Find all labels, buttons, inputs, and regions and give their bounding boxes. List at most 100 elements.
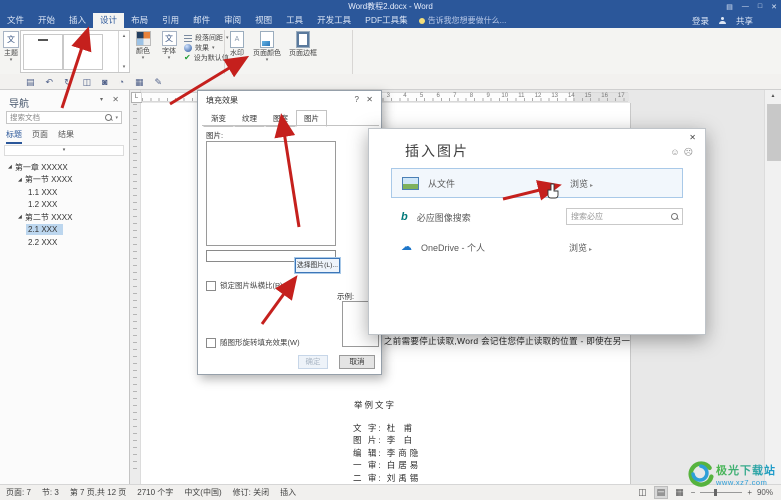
share-button[interactable]: 共享	[736, 15, 753, 27]
close-icon[interactable]: ✕	[689, 133, 696, 142]
nav-close-icon[interactable]: ✕	[112, 95, 119, 104]
tell-me-box[interactable]: 告诉我您想要做什么...	[419, 13, 507, 28]
effects-button[interactable]: 效果▾	[184, 43, 229, 53]
search-dropdown-icon[interactable]: ▾	[115, 115, 118, 121]
ribbon-tab-1[interactable]: 文件	[0, 13, 31, 28]
nav-options-chevron-icon[interactable]: ▾	[100, 96, 103, 103]
save-icon[interactable]: ▤	[26, 77, 35, 87]
nav-tab[interactable]: 结果	[58, 129, 74, 144]
chevron-down-icon: ▾	[250, 58, 284, 62]
style-set-thumbnail[interactable]	[63, 34, 103, 70]
gallery-more-button[interactable]: ▴▾	[118, 31, 129, 72]
cancel-button[interactable]: 取消	[339, 355, 375, 369]
status-item[interactable]: 修订: 关闭	[233, 487, 269, 498]
page-color-button[interactable]: 页面颜色 ▾	[250, 31, 284, 62]
onedrive-row[interactable]: ☁ OneDrive - 个人 浏览▸	[391, 237, 703, 257]
close-icon[interactable]: ✕	[771, 3, 777, 11]
ribbon-display-options-icon[interactable]: ▤	[726, 3, 733, 11]
style-set-gallery[interactable]: ▴▾	[20, 30, 130, 73]
two-pages-icon[interactable]: ◫	[83, 77, 92, 87]
zoom-level[interactable]: 90%	[757, 488, 773, 497]
set-default-button[interactable]: ✔ 设为默认值	[184, 53, 229, 63]
ribbon-tab-2[interactable]: 开始	[31, 13, 62, 28]
web-layout-icon[interactable]: ▦	[673, 487, 686, 498]
ribbon-tab-4[interactable]: 设计	[93, 13, 124, 28]
nav-tree-item[interactable]: 1.1 XXX	[0, 186, 129, 199]
themes-button[interactable]: 文 主题 ▾	[3, 31, 19, 62]
ribbon-tab-11[interactable]: 开发工具	[310, 13, 358, 28]
rotate-fill-checkbox[interactable]: 随图形旋转填充效果(W)	[206, 337, 300, 348]
nav-tab[interactable]: 页面	[32, 129, 48, 144]
lock-icon[interactable]: ◙	[102, 77, 107, 87]
browse-link[interactable]: 浏览▸	[569, 241, 592, 254]
expand-icon[interactable]: ◢	[18, 214, 22, 220]
nav-tree-item[interactable]: 2.2 XXX	[0, 236, 129, 249]
print-layout-icon[interactable]: ▤	[654, 486, 669, 499]
smile-icon[interactable]: ☺	[670, 147, 679, 158]
themes-icon: 文	[3, 31, 19, 48]
expand-icon[interactable]: ◢	[18, 177, 22, 183]
ribbon-tab-9[interactable]: 视图	[248, 13, 279, 28]
checkbox-icon[interactable]	[206, 338, 216, 348]
vertical-scrollbar[interactable]: ▲	[764, 90, 781, 484]
status-item[interactable]: 插入	[280, 487, 296, 498]
scroll-up-icon[interactable]: ▲	[765, 90, 781, 102]
nav-tree-item[interactable]: ◢第一节 XXXX	[0, 174, 129, 187]
ribbon-tab-3[interactable]: 插入	[62, 13, 93, 28]
select-picture-button[interactable]: 选择图片(L)...	[295, 258, 340, 273]
ruler-number: 16	[601, 93, 608, 99]
bing-search-input[interactable]: 搜索必应	[566, 208, 683, 225]
ribbon-tab-6[interactable]: 引用	[155, 13, 186, 28]
close-icon[interactable]: ✕	[366, 95, 373, 104]
status-item[interactable]: 页面: 7	[6, 487, 31, 498]
zoom-in-icon[interactable]: +	[747, 488, 752, 497]
page-borders-button[interactable]: 页面边框	[286, 31, 320, 58]
status-item[interactable]: 中文(中国)	[184, 487, 221, 498]
nav-tree-item[interactable]: 2.1 XXX	[0, 224, 129, 237]
zoom-out-icon[interactable]: −	[691, 488, 696, 497]
zoom-slider[interactable]	[700, 492, 742, 493]
scrollbar-thumb[interactable]	[767, 104, 781, 161]
tab-divider	[202, 125, 379, 126]
minimize-icon[interactable]: —	[742, 3, 749, 10]
print-icon[interactable]: ▦	[135, 77, 144, 87]
print-preview-icon[interactable]: ◔	[119, 77, 124, 87]
ribbon-tab-10[interactable]: 工具	[279, 13, 310, 28]
help-icon[interactable]: ?	[355, 95, 359, 104]
spelling-icon[interactable]: ✎	[155, 77, 163, 87]
bing-search-row[interactable]: b 必应图像搜索 搜索必应	[391, 207, 703, 227]
read-mode-icon[interactable]: ◫	[636, 487, 649, 498]
ribbon-tab-5[interactable]: 布局	[124, 13, 155, 28]
effects-icon	[184, 44, 192, 52]
lock-aspect-checkbox[interactable]: 锁定图片纵横比(P)	[206, 280, 283, 291]
nav-tree-item[interactable]: ◢第二节 XXXX	[0, 211, 129, 224]
nav-heading-bar[interactable]: ▾	[4, 145, 124, 156]
browse-link[interactable]: 浏览▸	[570, 177, 593, 190]
nav-tree-item[interactable]: 1.2 XXX	[0, 199, 129, 212]
from-file-row[interactable]: 从文件 浏览▸	[391, 168, 683, 198]
nav-search-input[interactable]: 搜索文档 ▾	[6, 111, 122, 124]
ruler-number: 14	[568, 93, 575, 99]
colors-button[interactable]: 颜色 ▾	[133, 31, 153, 60]
status-item[interactable]: 第 7 页,共 12 页	[70, 487, 126, 498]
feedback-icons: ☺ ☹	[670, 147, 693, 158]
zoom-slider-thumb[interactable]	[714, 489, 717, 496]
ribbon-tab-12[interactable]: PDF工具集	[358, 13, 415, 28]
nav-tree-item[interactable]: ◢第一章 XXXXX	[0, 161, 129, 174]
expand-icon[interactable]: ◢	[8, 164, 12, 170]
undo-icon[interactable]: ↶	[46, 77, 54, 87]
sign-in-button[interactable]: 登录	[692, 15, 709, 27]
paragraph-spacing-button[interactable]: 段落间距▾	[184, 33, 229, 43]
fonts-button[interactable]: 文 字体 ▾	[159, 31, 179, 60]
checkbox-icon[interactable]	[206, 281, 216, 291]
watermark-button[interactable]: A 水印 ▾	[226, 31, 248, 62]
maximize-icon[interactable]: □	[758, 3, 762, 10]
status-item[interactable]: 2710 个字	[137, 487, 173, 498]
frown-icon[interactable]: ☹	[684, 147, 693, 158]
style-set-thumbnail[interactable]	[23, 34, 63, 70]
redo-icon[interactable]: ↻	[64, 77, 72, 87]
status-item[interactable]: 节: 3	[42, 487, 59, 498]
ribbon-tab-7[interactable]: 邮件	[186, 13, 217, 28]
nav-tab[interactable]: 标题	[6, 129, 22, 144]
ribbon-tab-8[interactable]: 审阅	[217, 13, 248, 28]
